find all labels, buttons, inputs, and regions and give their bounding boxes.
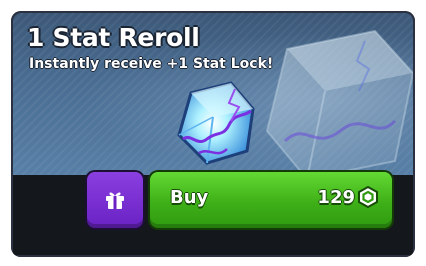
product-description: Instantly receive +1 Stat Lock!: [29, 56, 274, 72]
robux-icon: [358, 186, 378, 208]
price-value: 129: [317, 186, 355, 208]
product-banner: 1 Stat Reroll Instantly receive +1 Stat …: [13, 13, 413, 175]
gift-button[interactable]: [87, 172, 143, 228]
reroll-cube-icon: [177, 81, 255, 165]
gift-icon: [106, 192, 124, 209]
product-title: 1 Stat Reroll: [27, 23, 200, 52]
price-tag: 129: [317, 186, 378, 208]
buy-button[interactable]: Buy 129: [150, 172, 392, 228]
reroll-cube-background-icon: [265, 29, 413, 175]
buy-button-label: Buy: [170, 187, 209, 208]
